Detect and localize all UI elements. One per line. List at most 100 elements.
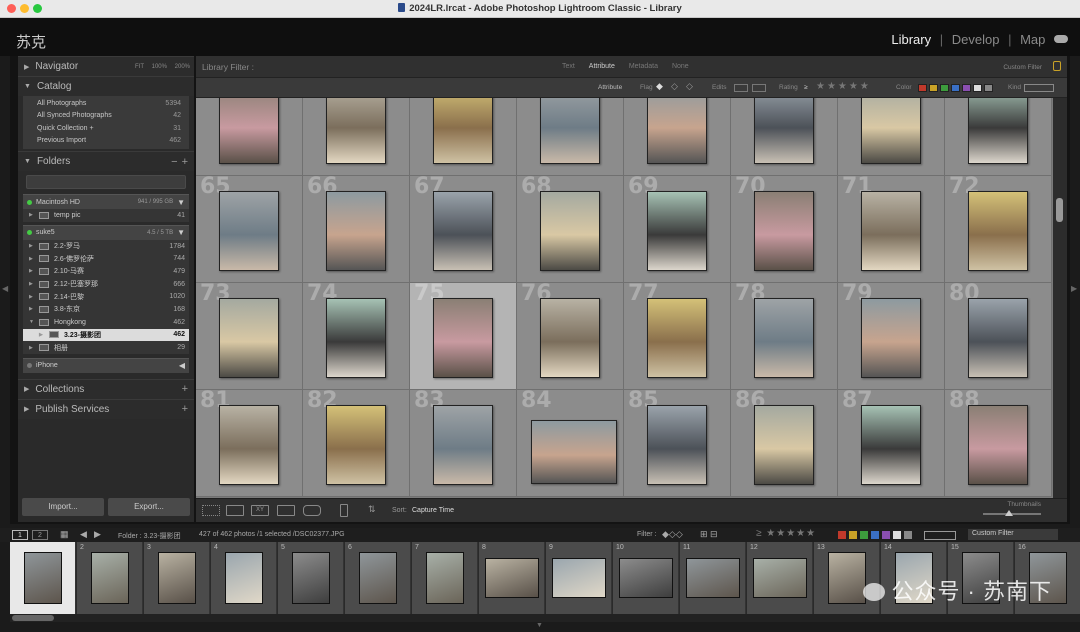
folder-item-temp-pic[interactable]: ▶ temp pic 41 [23, 209, 189, 222]
module-library[interactable]: Library [891, 32, 931, 47]
grid-view-icon[interactable] [202, 505, 220, 516]
folder-item-hongkong[interactable]: ▼ Hongkong 462 [23, 315, 189, 329]
grid-cell[interactable]: 79 [838, 281, 945, 390]
grid-cell[interactable]: 77 [624, 281, 731, 390]
photo-thumbnail[interactable] [219, 191, 279, 271]
painter-icon[interactable] [340, 504, 348, 517]
rating-filter-stars[interactable]: ≥ ★★★★★ [756, 528, 816, 539]
volume-iphone[interactable]: iPhone ◀ [23, 357, 189, 373]
photo-thumbnail[interactable] [326, 298, 386, 378]
filmstrip-item[interactable]: 12 [747, 542, 813, 614]
filter-tab-attribute[interactable]: Attribute [589, 63, 615, 70]
grid-cell[interactable] [945, 98, 1052, 176]
grid-cell[interactable]: 82 [303, 388, 410, 497]
grid-cell[interactable] [517, 98, 624, 176]
grid-cell[interactable]: 67 [410, 174, 517, 283]
filmstrip-item[interactable]: 6 [345, 542, 411, 614]
folder-item[interactable]: ▶ 2.10-马赛 479 [23, 265, 189, 278]
filmstrip-item[interactable]: 5 [278, 542, 344, 614]
volume-macintosh-hd[interactable]: Macintosh HD 941 / 995 GB ▼ [23, 194, 189, 209]
volume-suke5[interactable]: suke5 4.5 / 5 TB ▼ [23, 224, 189, 240]
filmstrip-item[interactable]: 7 [412, 542, 478, 614]
photo-thumbnail[interactable] [754, 298, 814, 378]
filmstrip-thumbnail[interactable] [753, 558, 807, 598]
zoom-100[interactable]: 100% [152, 64, 167, 70]
grid-scrollbar-thumb[interactable] [1056, 198, 1063, 222]
filmstrip-item[interactable]: 8 [479, 542, 545, 614]
grid-cell[interactable] [731, 98, 838, 176]
filmstrip-thumbnail[interactable] [485, 558, 539, 598]
label-filter-yellow[interactable] [849, 531, 857, 539]
disclosure-triangle-icon[interactable]: ▶ [29, 345, 39, 351]
photo-thumbnail[interactable] [326, 191, 386, 271]
disclosure-triangle-icon[interactable]: ▶ [29, 268, 39, 274]
folder-item[interactable]: ▶ 2.14-巴黎 1020 [23, 290, 189, 304]
disclosure-triangle-icon[interactable]: ▶ [29, 294, 39, 300]
thumbnail-size-slider[interactable] [983, 510, 1041, 516]
grid-cell[interactable]: 88 [945, 388, 1052, 497]
photo-thumbnail[interactable] [326, 405, 386, 485]
remove-folder-icon[interactable]: − [171, 156, 177, 168]
label-filter-custom[interactable] [893, 531, 901, 539]
add-folder-icon[interactable]: + [182, 156, 188, 168]
compare-view-icon[interactable]: XY [251, 505, 269, 516]
filmstrip-item[interactable]: 2 [77, 542, 143, 614]
grid-cell[interactable]: 74 [303, 281, 410, 390]
disclosure-triangle-icon[interactable]: ▼ [29, 319, 39, 325]
collapse-left-panel-icon[interactable]: ◀ [2, 284, 8, 293]
color-swatch-purple[interactable] [962, 84, 971, 92]
folder-source[interactable]: Folder : 3.23-摄影团 [118, 531, 181, 541]
label-filter-blue[interactable] [871, 531, 879, 539]
filmstrip-thumbnail[interactable] [225, 552, 263, 604]
cloud-sync-icon[interactable] [1054, 35, 1068, 43]
photo-thumbnail[interactable] [647, 405, 707, 485]
catalog-item-all-photographs[interactable]: All Photographs 5394 [23, 97, 189, 110]
add-collection-icon[interactable]: + [182, 383, 188, 395]
photo-thumbnail[interactable] [861, 191, 921, 271]
filter-tab-metadata[interactable]: Metadata [629, 63, 658, 70]
photo-thumbnail[interactable] [540, 298, 600, 378]
grid-cell[interactable]: 84 [517, 388, 624, 497]
navigator-header[interactable]: ▶ Navigator FIT 100% 200% [18, 56, 194, 76]
module-develop[interactable]: Develop [952, 32, 1000, 47]
folder-item[interactable]: ▶ 2.2-罗马 1784 [23, 239, 189, 253]
grid-cell[interactable]: 83 [410, 388, 517, 497]
disclosure-triangle-icon[interactable]: ▶ [39, 332, 49, 338]
photo-thumbnail[interactable] [968, 405, 1028, 485]
zoom-200[interactable]: 200% [175, 64, 190, 70]
grid-cell[interactable]: 85 [624, 388, 731, 497]
secondary-window-button[interactable]: 2 [32, 530, 48, 540]
color-swatch-yellow[interactable] [929, 84, 938, 92]
sort-direction-icon[interactable]: ⇅ [368, 504, 386, 515]
grid-cell[interactable]: 65 [196, 174, 303, 283]
photo-thumbnail[interactable] [754, 98, 814, 164]
filmstrip-thumbnail[interactable] [686, 558, 740, 598]
photo-thumbnail[interactable] [647, 98, 707, 164]
sort-select[interactable]: Capture Time [412, 507, 454, 514]
filmstrip-item[interactable]: 9 [546, 542, 612, 614]
grid-cell[interactable]: 73 [196, 281, 303, 390]
edit-filter-icons[interactable]: ⊞ ⊟ [700, 529, 718, 540]
grid-cell[interactable]: 68 [517, 174, 624, 283]
catalog-item-previous-import[interactable]: Previous Import 462 [23, 135, 189, 148]
filmstrip-filter-preset[interactable]: Custom Filter [968, 529, 1058, 540]
label-filter-green[interactable] [860, 531, 868, 539]
main-window-button[interactable]: 1 [12, 530, 28, 540]
flag-pick-icon[interactable]: ◆ [656, 81, 663, 92]
filmstrip-thumbnail[interactable] [828, 552, 866, 604]
add-publish-service-icon[interactable]: + [182, 403, 188, 415]
collapse-right-panel-icon[interactable]: ▶ [1071, 284, 1077, 293]
filmstrip-thumbnail[interactable] [552, 558, 606, 598]
filmstrip-thumbnail[interactable] [24, 552, 62, 604]
publish-services-header[interactable]: ▶ Publish Services + [18, 398, 194, 419]
filter-tab-text[interactable]: Text [562, 63, 575, 70]
lock-icon[interactable] [1053, 61, 1061, 71]
disclosure-triangle-icon[interactable]: ▶ [29, 281, 39, 287]
grid-cell[interactable] [410, 98, 517, 176]
photo-thumbnail[interactable] [968, 191, 1028, 271]
photo-thumbnail[interactable] [219, 405, 279, 485]
import-button[interactable]: Import... [22, 498, 104, 516]
navigator-zoom-options[interactable]: FIT 100% 200% [135, 64, 190, 70]
filmstrip-thumbnail[interactable] [426, 552, 464, 604]
filter-tab-none[interactable]: None [672, 63, 689, 70]
